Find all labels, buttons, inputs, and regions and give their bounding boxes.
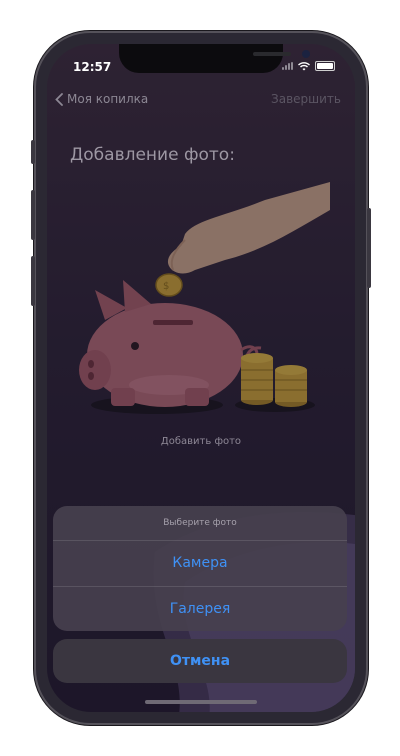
add-photo-link[interactable]: Добавить фото [47, 436, 355, 447]
front-camera [302, 50, 310, 58]
navigation-bar: Моя копилка Завершить [47, 92, 355, 112]
camera-option-button[interactable]: Камера [53, 541, 347, 586]
status-time: 12:57 [73, 60, 112, 74]
speaker-grille [253, 52, 291, 56]
volume-up-button [31, 190, 35, 240]
notch [119, 44, 310, 73]
wifi-icon [298, 61, 310, 70]
cancel-button[interactable]: Отмена [53, 639, 347, 683]
gallery-option-button[interactable]: Галерея [53, 586, 347, 631]
battery-icon [315, 61, 335, 71]
action-sheet-cancel: Отмена [53, 639, 347, 683]
volume-down-button [31, 256, 35, 306]
power-button [367, 208, 371, 288]
home-indicator[interactable] [145, 700, 257, 704]
finish-button[interactable]: Завершить [271, 92, 341, 106]
back-button[interactable]: Моя копилка [55, 92, 148, 106]
app-screen: $ 12:57 Моя копилка Завершить Добавление… [47, 44, 355, 712]
status-icons [282, 61, 335, 71]
action-sheet-title: Выберите фото [53, 506, 347, 541]
page-title: Добавление фото: [70, 145, 235, 165]
mute-switch [31, 140, 35, 164]
back-label: Моя копилка [67, 92, 149, 106]
chevron-left-icon [55, 92, 63, 106]
signal-icon [282, 62, 293, 70]
action-sheet: Выберите фото Камера Галерея [53, 506, 347, 631]
